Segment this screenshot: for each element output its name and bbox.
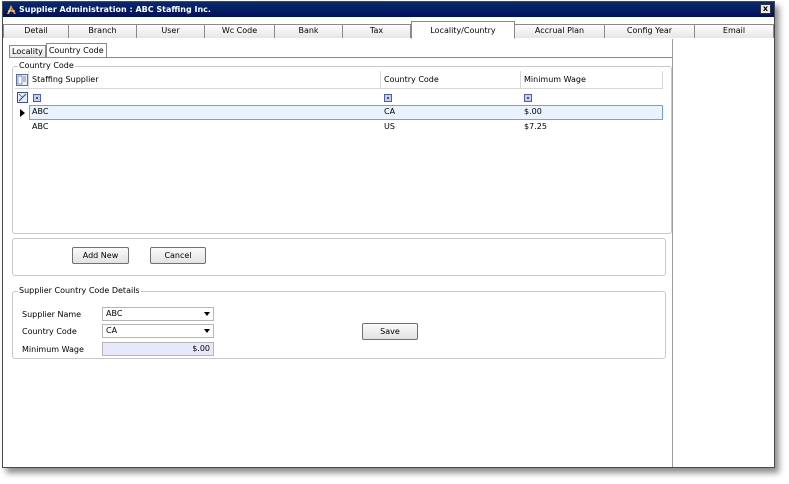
window-title: Supplier Administration : ABC Staffing I… (19, 5, 211, 14)
title-bar: Supplier Administration : ABC Staffing I… (3, 2, 774, 17)
grid-header: Staffing Supplier Country Code Minimum W… (15, 71, 663, 89)
grid-filter-row (15, 91, 662, 104)
tab-tax[interactable]: Tax (343, 24, 411, 38)
cell-staffing-supplier[interactable]: ABC (29, 105, 381, 120)
subtab-country-code[interactable]: Country Code (45, 43, 107, 58)
cell-country-code[interactable]: US (381, 120, 521, 134)
cell-country-code[interactable]: CA (381, 105, 521, 120)
cell-staffing-supplier[interactable]: ABC (29, 120, 381, 134)
filter-country-code[interactable] (384, 94, 392, 102)
supplier-admin-window: Supplier Administration : ABC Staffing I… (2, 1, 775, 468)
tab-wc-code[interactable]: Wc Code (205, 24, 275, 38)
country-code-value: CA (106, 326, 118, 335)
column-chooser-icon (16, 74, 28, 86)
minimum-wage-field[interactable]: $.00 (102, 342, 214, 356)
sub-tabs: Locality Country Code (9, 43, 107, 58)
filter-staffing-supplier[interactable] (33, 94, 41, 102)
app-logo-icon (5, 4, 17, 16)
tab-bank[interactable]: Bank (275, 24, 343, 38)
filter-minimum-wage[interactable] (524, 94, 532, 102)
tab-locality-country[interactable]: Locality/Country (411, 21, 515, 39)
row-indicator-icon (20, 109, 25, 117)
table-row[interactable]: ABC CA $.00 (15, 105, 663, 120)
tab-user[interactable]: User (137, 24, 205, 38)
cell-minimum-wage[interactable]: $7.25 (521, 120, 663, 134)
chevron-down-icon (204, 329, 210, 333)
close-button[interactable]: x (760, 4, 771, 14)
main-tabs: Detail Branch User Wc Code Bank Tax Loca… (3, 20, 774, 39)
details-group: Supplier Country Code Details Supplier N… (12, 286, 666, 359)
supplier-name-label: Supplier Name (22, 310, 82, 319)
column-chooser-button[interactable] (15, 71, 29, 89)
minimum-wage-label: Minimum Wage (22, 345, 84, 354)
save-button[interactable]: Save (362, 323, 418, 340)
actions-group: Add New Cancel (12, 238, 666, 276)
details-legend: Supplier Country Code Details (18, 286, 141, 296)
add-new-button[interactable]: Add New (72, 247, 129, 264)
right-panel-divider (672, 39, 673, 467)
country-code-legend: Country Code (18, 61, 75, 71)
country-code-group: Country Code Staffing Supplier Country C… (12, 61, 672, 234)
country-code-select[interactable]: CA (102, 324, 214, 338)
filter-clear-icon (17, 92, 28, 103)
tab-accrual-plan[interactable]: Accrual Plan (515, 24, 605, 38)
filter-clear-button[interactable] (15, 91, 29, 104)
column-header-country-code[interactable]: Country Code (381, 71, 521, 89)
cancel-button[interactable]: Cancel (150, 247, 206, 264)
supplier-name-value: ABC (106, 309, 123, 318)
table-row[interactable]: ABC US $7.25 (15, 120, 662, 134)
country-code-panel: Country Code Staffing Supplier Country C… (9, 57, 672, 467)
supplier-name-select[interactable]: ABC (102, 307, 214, 321)
tab-detail[interactable]: Detail (3, 24, 69, 38)
tab-branch[interactable]: Branch (69, 24, 137, 38)
column-header-minimum-wage[interactable]: Minimum Wage (521, 71, 663, 89)
column-header-staffing-supplier[interactable]: Staffing Supplier (29, 71, 381, 89)
country-code-label: Country Code (22, 327, 77, 336)
chevron-down-icon (204, 312, 210, 316)
cell-minimum-wage[interactable]: $.00 (521, 105, 663, 120)
row-indicator (15, 105, 29, 120)
tab-config-year[interactable]: Config Year (605, 24, 695, 38)
tab-email[interactable]: Email (695, 24, 774, 38)
